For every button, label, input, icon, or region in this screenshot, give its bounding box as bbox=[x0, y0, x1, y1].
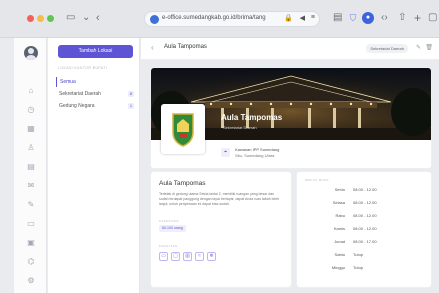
calendar-icon[interactable]: ▦ bbox=[26, 124, 36, 134]
category-chip: Sekretariat Daerah bbox=[366, 44, 408, 53]
lock-icon: 🔒 bbox=[284, 15, 293, 22]
home-icon[interactable]: ⌂ bbox=[26, 86, 36, 96]
chevron-down-icon[interactable]: ⌄ bbox=[82, 10, 90, 26]
hours-day: Minggu bbox=[331, 265, 345, 270]
extension-icon[interactable]: ▤ bbox=[333, 10, 342, 26]
share-icon[interactable]: ⇧ bbox=[398, 10, 406, 26]
capacity-caption: KAPASITAS bbox=[159, 219, 179, 223]
shield-icon[interactable]: ⛉ bbox=[347, 12, 359, 24]
hours-time: Tutup bbox=[353, 265, 364, 270]
panel-item-label: Sekretariat Daerah bbox=[59, 91, 101, 97]
hours-row: Minggu Tutup bbox=[297, 262, 431, 274]
hours-time: 08.00 - 12.00 bbox=[353, 187, 377, 192]
mail-icon[interactable]: ✉ bbox=[26, 181, 36, 191]
venue-subtitle: Sekretariat Daerah bbox=[223, 125, 257, 130]
hours-day: Selasa bbox=[332, 200, 345, 205]
speaker-icon[interactable]: ◀ bbox=[300, 14, 305, 22]
location-pin-icon: ⌖ bbox=[221, 148, 230, 157]
tag-icon[interactable]: ⌬ bbox=[26, 257, 36, 267]
page-title: Aula Tampomas bbox=[164, 44, 207, 50]
edit-icon[interactable]: ✎ bbox=[26, 200, 36, 210]
window-close-button[interactable] bbox=[27, 15, 34, 22]
code-icon[interactable]: ‹› bbox=[381, 10, 388, 26]
detail-header: ‹ Aula Tampomas Sekretariat Daerah ✎ 🗑 bbox=[141, 38, 439, 60]
back-icon[interactable]: ‹ bbox=[151, 43, 154, 52]
regency-logo bbox=[161, 104, 205, 154]
hours-time: 08.00 - 17.00 bbox=[353, 239, 377, 244]
hours-time: 08.00 - 12.00 bbox=[353, 226, 377, 231]
tv-icon: ▭ bbox=[159, 252, 168, 261]
archive-icon[interactable]: ▭ bbox=[26, 219, 36, 229]
hours-row: Jumat 08.00 - 17.00 bbox=[297, 236, 431, 248]
clock-icon[interactable]: ◷ bbox=[26, 105, 36, 115]
reader-icon[interactable]: ≡ bbox=[311, 14, 315, 21]
info-card: Aula Tampomas Terletak di gedung utama S… bbox=[151, 172, 291, 287]
panel-item-semua[interactable]: Semua bbox=[56, 77, 136, 87]
hours-caption: WAKTU BUKA bbox=[305, 178, 329, 182]
new-tab-icon[interactable]: + bbox=[414, 10, 421, 26]
url-text[interactable]: e-office.sumedangkab.go.id/brima/tang bbox=[162, 15, 266, 21]
hours-row: Senin 08.00 - 12.00 bbox=[297, 184, 431, 196]
edit-icon[interactable]: ✎ bbox=[416, 44, 421, 51]
count-badge: 8 bbox=[128, 91, 134, 97]
sidebar-toggle-icon[interactable]: ▭ bbox=[66, 10, 75, 26]
tabs-overview-icon[interactable]: ▢ bbox=[428, 10, 437, 26]
browser-toolbar: ▭ ⌄ ‹ e-office.sumedangkab.go.id/brima/t… bbox=[0, 0, 439, 38]
hours-day: Rabu bbox=[335, 213, 345, 218]
hours-day: Sabtu bbox=[334, 252, 345, 257]
wifi-icon: ≈ bbox=[195, 252, 204, 261]
hero-card: Aula Tampomas Sekretariat Daerah ⌖ Kawas… bbox=[151, 68, 431, 168]
site-favicon-icon bbox=[150, 15, 159, 24]
location-panel: Tambah Lokasi LOKASI KANTOR BUPATI Semua… bbox=[48, 38, 140, 293]
hours-row: Kamis 08.00 - 12.00 bbox=[297, 223, 431, 235]
venue-name: Aula Tampomas bbox=[221, 113, 283, 122]
hours-row: Sabtu Tutup bbox=[297, 249, 431, 261]
hours-row: Rabu 08.00 - 12.00 bbox=[297, 210, 431, 222]
add-location-button[interactable]: Tambah Lokasi bbox=[58, 45, 133, 58]
hours-row: Selasa 08.00 - 12.00 bbox=[297, 197, 431, 209]
facility-caption: FASILITAS bbox=[159, 244, 178, 248]
info-description: Terletak di gedung utama Setda lantai 2,… bbox=[159, 192, 280, 206]
hours-time: Tutup bbox=[353, 252, 364, 257]
ac-icon: ❄ bbox=[207, 252, 216, 261]
users-icon[interactable]: ♙ bbox=[26, 143, 36, 153]
hours-day: Jumat bbox=[334, 239, 345, 244]
trash-icon[interactable]: 🗑 bbox=[425, 44, 433, 51]
hours-time: 08.00 - 12.00 bbox=[353, 200, 377, 205]
panel-item-label: Gedung Negara bbox=[59, 103, 95, 109]
hours-day: Senin bbox=[334, 187, 345, 192]
shield-logo-icon bbox=[172, 113, 194, 147]
window-minimize-button[interactable] bbox=[37, 15, 44, 22]
back-arrow-icon[interactable]: ‹ bbox=[96, 10, 100, 26]
panel-item-gedung-negara[interactable]: Gedung Negara 1 bbox=[56, 101, 136, 111]
document-icon[interactable]: ▤ bbox=[26, 162, 36, 172]
opening-hours-card: WAKTU BUKA Senin 08.00 - 12.00 Selasa 08… bbox=[297, 172, 431, 287]
sound-icon: ▥ bbox=[183, 252, 192, 261]
monitor-icon: ▢ bbox=[171, 252, 180, 261]
grid-icon[interactable]: ▣ bbox=[26, 238, 36, 248]
hours-day: Kamis bbox=[333, 226, 345, 231]
panel-item-label: Semua bbox=[60, 79, 76, 85]
location-line-2: Situ, Sumedang Utara bbox=[235, 153, 275, 158]
settings-icon[interactable]: ⚙ bbox=[26, 276, 36, 286]
capacity-badge: 60-100 orang bbox=[159, 225, 186, 232]
address-bar[interactable]: e-office.sumedangkab.go.id/brima/tang 🔒 … bbox=[144, 11, 320, 27]
count-badge: 1 bbox=[128, 103, 134, 109]
window-zoom-button[interactable] bbox=[47, 15, 54, 22]
hours-time: 08.00 - 12.00 bbox=[353, 213, 377, 218]
avatar[interactable] bbox=[24, 46, 38, 60]
location-line-1: Kawasan IPP Sumedang bbox=[235, 147, 280, 152]
panel-caption: LOKASI KANTOR BUPATI bbox=[58, 66, 108, 70]
panel-item-sekretariat-daerah[interactable]: Sekretariat Daerah 8 bbox=[56, 89, 136, 99]
extension-blue-icon[interactable]: ● bbox=[362, 12, 374, 24]
icon-rail: ⌂ ◷ ▦ ♙ ▤ ✉ ✎ ▭ ▣ ⌬ ⚙ bbox=[14, 38, 47, 293]
info-title: Aula Tampomas bbox=[159, 180, 206, 187]
